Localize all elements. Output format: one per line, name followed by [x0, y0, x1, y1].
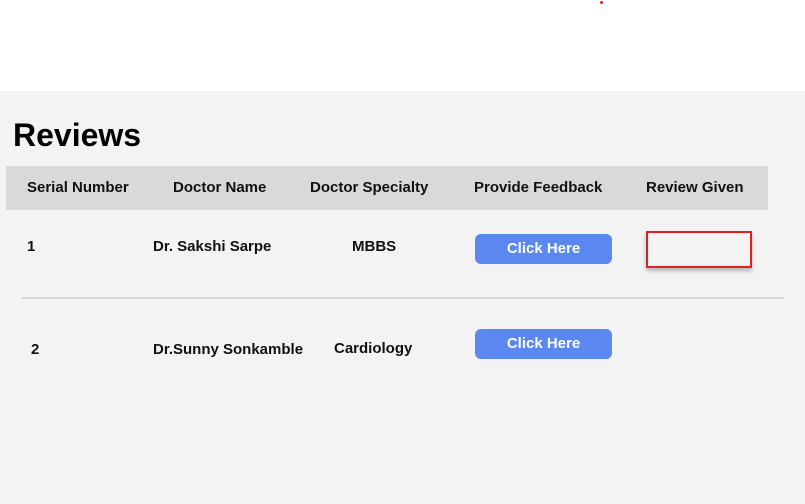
doctor-name-cell: Dr.Sunny Sonkamble: [153, 341, 304, 358]
page-title: Reviews: [13, 117, 142, 153]
reviews-panel: Reviews Serial Number Doctor Name Doctor…: [0, 91, 805, 504]
doctor-specialty-cell: Cardiology: [334, 340, 413, 357]
header-provide-feedback: Provide Feedback: [474, 179, 603, 196]
serial-number-cell: 2: [31, 341, 40, 358]
header-serial-number: Serial Number: [27, 179, 129, 196]
review-given-box[interactable]: [646, 231, 752, 268]
click-here-button[interactable]: Click Here: [475, 234, 612, 264]
doctor-name-cell: Dr. Sakshi Sarpe: [153, 238, 272, 255]
table-header: Serial Number Doctor Name Doctor Special…: [6, 166, 768, 210]
doctor-specialty-cell: MBBS: [352, 238, 397, 255]
header-review-given: Review Given: [646, 179, 744, 196]
serial-number-cell: 1: [27, 238, 36, 255]
red-dot-marker: [600, 1, 603, 4]
header-doctor-specialty: Doctor Specialty: [310, 179, 429, 196]
click-here-button[interactable]: Click Here: [475, 329, 612, 359]
top-blank-area: [0, 0, 805, 91]
row-divider: [22, 297, 784, 299]
header-doctor-name: Doctor Name: [173, 179, 267, 196]
